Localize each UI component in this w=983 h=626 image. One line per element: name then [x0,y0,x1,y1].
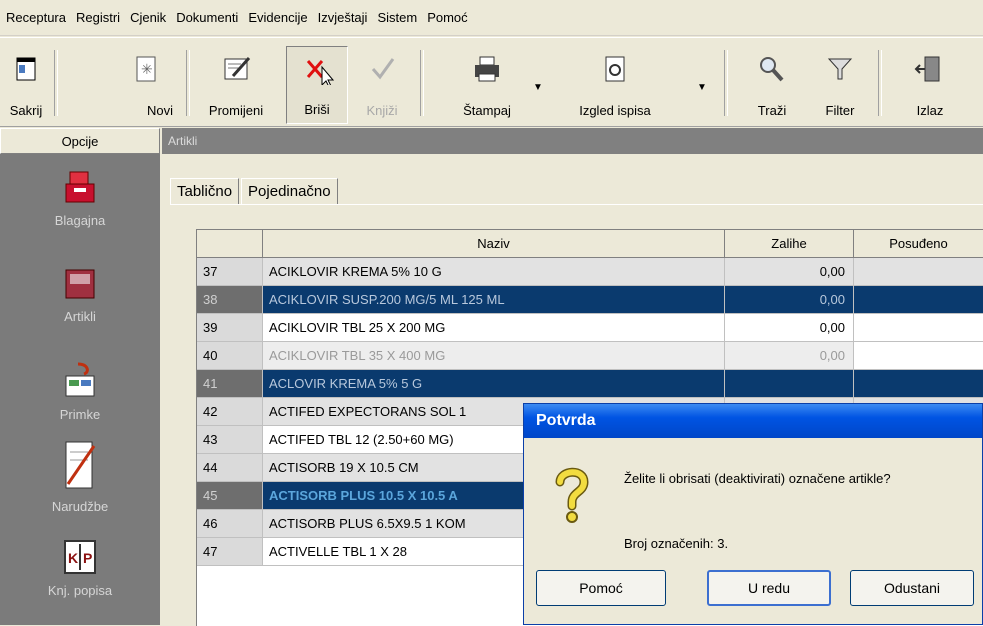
menu-pomoc[interactable]: Pomoć [427,10,467,25]
dialog-selected-count: Broj označenih: 3. [624,536,729,551]
print-dropdown-arrow[interactable]: ▼ [533,82,543,93]
ok-button[interactable]: U redu [707,570,831,606]
tab-single[interactable]: Pojedinačno [241,178,338,204]
preview-dropdown-arrow[interactable]: ▼ [697,82,707,93]
table-row[interactable]: 40 ACIKLOVIR TBL 35 X 400 MG 0,00 [197,342,983,370]
receipts-icon [65,362,95,397]
hide-button[interactable]: Sakrij [6,46,46,124]
print-button[interactable]: Štampaj [452,46,522,124]
col-header-borrowed[interactable]: Posuđeno [854,230,983,258]
search-icon [760,57,784,82]
table-row[interactable]: 39 ACIKLOVIR TBL 25 X 200 MG 0,00 [197,314,983,342]
articles-box-icon [65,269,95,299]
search-button[interactable]: Traži [742,46,802,124]
question-mark-icon [555,467,589,523]
toolbar: Sakrij ✳ Novi Promijeni Briši Knjiži Šta… [0,37,983,127]
menu-evidencije[interactable]: Evidencije [248,10,307,25]
svg-text:✳: ✳ [141,61,153,77]
menu-bar: Receptura Registri Cjenik Dokumenti Evid… [0,0,983,36]
help-button[interactable]: Pomoć [536,570,666,606]
table-row[interactable]: 41 ACLOVIR KREMA 5% 5 G [197,370,983,398]
edit-document-icon [224,57,251,80]
hide-panel-icon [16,57,36,81]
book-kp-icon: K P [64,540,96,574]
menu-cjenik[interactable]: Cjenik [130,10,166,25]
svg-text:K: K [68,550,78,566]
table-row[interactable]: 37 ACIKLOVIR KREMA 5% 10 G 0,00 [197,258,983,286]
checkmark-icon [371,58,395,80]
nav-item-inventory-books[interactable]: K P Knj. popisa [0,538,160,598]
filter-funnel-icon [827,58,853,80]
menu-sistem[interactable]: Sistem [377,10,417,25]
menu-receptura[interactable]: Receptura [6,10,66,25]
dialog-message: Želite li obrisati (deaktivirati) označe… [624,471,891,486]
options-header[interactable]: Opcije [0,128,160,154]
nav-item-cash-register[interactable]: Blagajna [0,168,160,228]
menu-izvjestaji[interactable]: Izvještaji [318,10,368,25]
col-header-stock[interactable]: Zalihe [725,230,854,258]
menu-registri[interactable]: Registri [76,10,120,25]
delete-button[interactable]: Briši [286,46,348,124]
col-header-name[interactable]: Naziv [263,230,725,258]
orders-notepad-icon [65,441,96,489]
confirm-dialog: Potvrda Želite li obrisati (deaktivirati… [523,403,983,625]
nav-item-receipts[interactable]: Primke [0,362,160,422]
printer-icon [475,56,499,82]
new-document-icon: ✳ [136,56,156,82]
exit-door-icon [914,56,940,82]
view-tabs: Tablično Pojedinačno [170,172,340,204]
edit-button[interactable]: Promijeni [196,46,276,124]
options-panel: Opcije Blagajna Artikli Primke Narudžbe … [0,128,160,625]
dialog-title[interactable]: Potvrda [524,404,982,438]
table-row[interactable]: 38 ACIKLOVIR SUSP.200 MG/5 ML 125 ML 0,0… [197,286,983,314]
preview-document-icon [605,56,625,82]
tab-tabular[interactable]: Tablično [170,178,240,204]
delete-x-icon [306,60,334,85]
nav-item-orders[interactable]: Narudžbe [0,438,160,514]
exit-button[interactable]: Izlaz [900,46,960,124]
nav-item-articles[interactable]: Artikli [0,264,160,324]
menu-dokumenti[interactable]: Dokumenti [176,10,238,25]
main-header: Artikli [162,128,983,154]
filter-button[interactable]: Filter [810,46,870,124]
cash-register-icon [65,171,95,203]
new-button[interactable]: ✳ Novi [110,46,180,124]
print-preview-button[interactable]: Izgled ispisa [556,46,674,124]
post-button[interactable]: Knjiži [352,46,412,124]
grid-header-row: Naziv Zalihe Posuđeno [197,230,983,258]
cancel-button[interactable]: Odustani [850,570,974,606]
svg-text:P: P [83,550,92,566]
col-header-index[interactable] [197,230,263,258]
